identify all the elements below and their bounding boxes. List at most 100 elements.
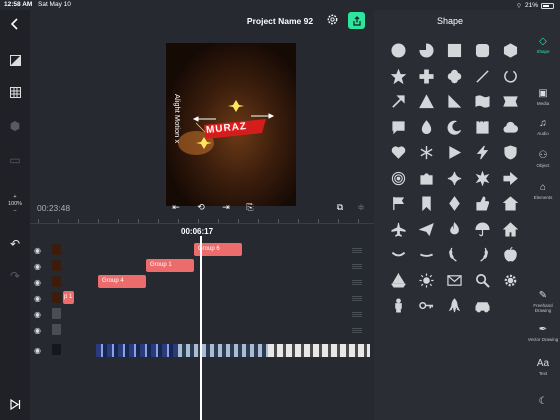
shape-shield[interactable] bbox=[496, 140, 524, 166]
visibility-eye-icon[interactable]: ◉ bbox=[34, 310, 46, 319]
shape-thumbs-up[interactable] bbox=[468, 191, 496, 217]
shape-rounded-square[interactable] bbox=[468, 38, 496, 64]
shape-line[interactable] bbox=[468, 64, 496, 90]
clip-group-1[interactable]: Group 1 bbox=[146, 259, 194, 272]
shape-smile[interactable] bbox=[384, 242, 412, 268]
shape-triangle[interactable] bbox=[440, 89, 468, 115]
shape-triangle-filled[interactable] bbox=[412, 89, 440, 115]
time-ruler[interactable] bbox=[30, 216, 374, 224]
shape-sparkle[interactable] bbox=[440, 166, 468, 192]
shape-heart[interactable] bbox=[384, 140, 412, 166]
shape-arrow-right[interactable] bbox=[496, 166, 524, 192]
shape-play[interactable] bbox=[440, 140, 468, 166]
shape-pie[interactable] bbox=[412, 38, 440, 64]
shape-apple[interactable] bbox=[496, 242, 524, 268]
bookmark-button[interactable]: ⎘ bbox=[244, 201, 256, 213]
category-text[interactable]: Aa Text bbox=[526, 358, 560, 376]
shape-star[interactable] bbox=[384, 64, 412, 90]
shape-ribbon[interactable] bbox=[496, 89, 524, 115]
redo-button[interactable]: ↷ bbox=[5, 266, 25, 286]
shape-house[interactable] bbox=[496, 217, 524, 243]
shape-flower[interactable] bbox=[440, 64, 468, 90]
visibility-eye-icon[interactable]: ◉ bbox=[34, 326, 46, 335]
drag-handle[interactable] bbox=[352, 328, 362, 329]
shape-lightning[interactable] bbox=[468, 140, 496, 166]
drag-handle[interactable] bbox=[352, 280, 362, 281]
shape-fire[interactable] bbox=[440, 217, 468, 243]
shape-key[interactable] bbox=[412, 293, 440, 319]
shape-speech-bubble[interactable] bbox=[384, 115, 412, 141]
loop-button[interactable]: ⟲ bbox=[195, 201, 207, 213]
category-elements[interactable]: ⌂ Elements bbox=[526, 182, 560, 200]
shape-umbrella[interactable] bbox=[468, 217, 496, 243]
grid-button[interactable] bbox=[5, 82, 25, 102]
category-vector[interactable]: ✒ Vector Drawing bbox=[526, 324, 560, 342]
category-shape[interactable]: ◇ Shape bbox=[526, 36, 560, 54]
clip-group-4[interactable]: Group 4 bbox=[98, 275, 146, 288]
shape-starburst[interactable] bbox=[468, 166, 496, 192]
drag-handle[interactable] bbox=[352, 312, 362, 313]
shape-magnifier[interactable] bbox=[468, 268, 496, 294]
visibility-eye-icon[interactable]: ◉ bbox=[34, 262, 46, 271]
video-preview[interactable]: MURAZ bbox=[166, 43, 296, 206]
video-filmstrip[interactable] bbox=[96, 344, 370, 357]
visibility-eye-icon[interactable]: ◉ bbox=[34, 294, 46, 303]
shape-rocket[interactable] bbox=[440, 293, 468, 319]
shape-laurel-left[interactable] bbox=[440, 242, 468, 268]
shape-dash[interactable] bbox=[412, 242, 440, 268]
shape-puzzle[interactable] bbox=[412, 166, 440, 192]
shape-arrow[interactable] bbox=[384, 89, 412, 115]
shape-wave-flag[interactable] bbox=[468, 89, 496, 115]
shape-person[interactable] bbox=[384, 293, 412, 319]
shape-envelope[interactable] bbox=[440, 268, 468, 294]
shape-bookmark[interactable] bbox=[412, 191, 440, 217]
shape-laurel-right[interactable] bbox=[468, 242, 496, 268]
back-button[interactable] bbox=[5, 14, 25, 34]
shape-snowflake[interactable] bbox=[412, 140, 440, 166]
drag-handle[interactable] bbox=[352, 264, 362, 265]
category-object[interactable]: ⚇ Object bbox=[526, 150, 560, 168]
jump-start-button[interactable]: ⇤ bbox=[170, 201, 182, 213]
shape-hexagon[interactable] bbox=[496, 38, 524, 64]
shape-crescent[interactable] bbox=[440, 115, 468, 141]
undo-button[interactable]: ↶ bbox=[5, 234, 25, 254]
moon-button[interactable]: ☾ bbox=[526, 396, 560, 409]
shape-sun[interactable] bbox=[412, 268, 440, 294]
shape-sailboat[interactable] bbox=[384, 268, 412, 294]
camera-button[interactable]: ▭ bbox=[5, 150, 25, 170]
timeline[interactable]: ◉ Group 6 ◉ Group 1 ◉ Group 4 ◉ p 1 ◉ ◉ … bbox=[30, 240, 374, 420]
jump-end-button[interactable]: ⇥ bbox=[220, 201, 232, 213]
shape-gear-shape[interactable] bbox=[496, 268, 524, 294]
play-button[interactable] bbox=[5, 394, 25, 414]
shape-spiral[interactable] bbox=[384, 166, 412, 192]
shape-plus[interactable] bbox=[412, 64, 440, 90]
shape-arc[interactable] bbox=[496, 64, 524, 90]
effects-button[interactable]: ⬢ bbox=[5, 116, 25, 136]
key-icon bbox=[418, 302, 433, 310]
category-freehand[interactable]: ✎ Freehand Drawing bbox=[526, 290, 560, 313]
shape-airplane[interactable] bbox=[384, 217, 412, 243]
shape-paper-plane[interactable] bbox=[412, 217, 440, 243]
category-audio[interactable]: ♫ Audio bbox=[526, 118, 560, 136]
visibility-eye-icon[interactable]: ◉ bbox=[34, 346, 46, 355]
copy-button[interactable]: ⧉ bbox=[334, 201, 346, 213]
shape-stamp[interactable] bbox=[468, 115, 496, 141]
shape-home[interactable] bbox=[496, 191, 524, 217]
shape-diamond[interactable] bbox=[440, 191, 468, 217]
shape-drop[interactable] bbox=[412, 115, 440, 141]
playhead[interactable] bbox=[200, 236, 202, 420]
drag-handle[interactable] bbox=[352, 248, 362, 249]
clip-partial[interactable]: p 1 bbox=[63, 291, 74, 304]
shape-car[interactable] bbox=[468, 293, 496, 319]
shape-cloud[interactable] bbox=[496, 115, 524, 141]
zoom-control[interactable]: + 100% − bbox=[2, 194, 28, 215]
aspect-button[interactable] bbox=[5, 50, 25, 70]
category-media[interactable]: ▣ Media bbox=[526, 88, 560, 106]
visibility-eye-icon[interactable]: ◉ bbox=[34, 246, 46, 255]
shape-square[interactable] bbox=[440, 38, 468, 64]
shape-circle[interactable] bbox=[384, 38, 412, 64]
shape-flag[interactable] bbox=[384, 191, 412, 217]
visibility-eye-icon[interactable]: ◉ bbox=[34, 278, 46, 287]
drag-handle[interactable] bbox=[352, 296, 362, 297]
split-button[interactable]: ≑ bbox=[355, 201, 367, 213]
